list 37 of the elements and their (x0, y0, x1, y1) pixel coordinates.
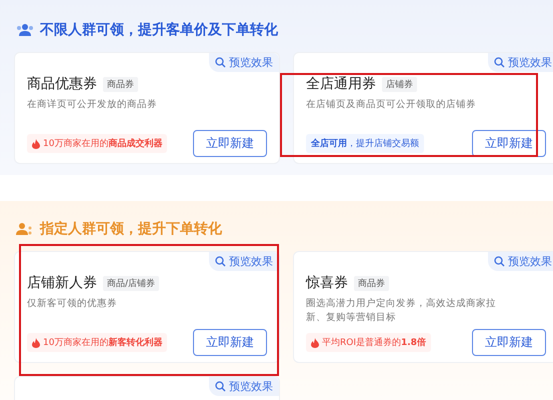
preview-button[interactable]: 预览效果 (209, 377, 279, 396)
flame-icon (32, 338, 40, 348)
preview-button[interactable]: 预览效果 (209, 53, 279, 72)
promo-text: 全店可用，提升店铺交易额 (311, 137, 419, 150)
section-title: 指定人群可领，提升下单转化 (40, 220, 222, 238)
coupon-title: 惊喜券 (306, 274, 348, 292)
create-button[interactable]: 立即新建 (193, 329, 267, 356)
preview-button[interactable]: 预览效果 (488, 252, 553, 271)
people-icon (16, 23, 34, 37)
preview-button[interactable]: 预览效果 (209, 252, 279, 271)
coupon-type-tag: 商品券 (103, 76, 138, 92)
promo-text: 10万商家在用的新客转化利器 (43, 336, 162, 349)
search-icon (215, 381, 226, 392)
coupon-description: 圈选高潜力用户定向发券，高效达成商家拉新、复购等营销目标 (306, 297, 497, 325)
flame-icon (32, 138, 40, 148)
search-icon (494, 256, 505, 267)
flame-icon (311, 338, 319, 348)
search-icon (215, 57, 226, 68)
coupon-description: 在商详页可公开发放的商品券 (27, 98, 158, 112)
coupon-type-tag: 商品/店铺券 (103, 276, 160, 290)
coupon-description: 在店铺页及商品页可公开领取的店铺券 (306, 98, 477, 112)
coupon-type-tag: 店铺券 (382, 76, 417, 92)
preview-button[interactable]: 预览效果 (488, 53, 553, 72)
people-icon (16, 222, 34, 236)
coupon-type-tag: 商品券 (354, 276, 389, 290)
coupon-title: 店铺新人券 (27, 274, 97, 292)
coupon-description: 仅新客可领的优惠券 (27, 297, 118, 311)
promo-text: 10万商家在用的商品成交利器 (43, 137, 162, 150)
coupon-title: 商品优惠券 (27, 75, 97, 93)
create-button[interactable]: 立即新建 (472, 130, 546, 157)
search-icon (494, 57, 505, 68)
create-button[interactable]: 立即新建 (472, 329, 546, 356)
section-title: 不限人群可领，提升客单价及下单转化 (40, 21, 278, 39)
promo-text: 平均ROI是普通券的1.8倍 (322, 336, 426, 349)
coupon-title: 全店通用券 (306, 75, 376, 93)
create-button[interactable]: 立即新建 (193, 130, 267, 157)
search-icon (215, 256, 226, 267)
